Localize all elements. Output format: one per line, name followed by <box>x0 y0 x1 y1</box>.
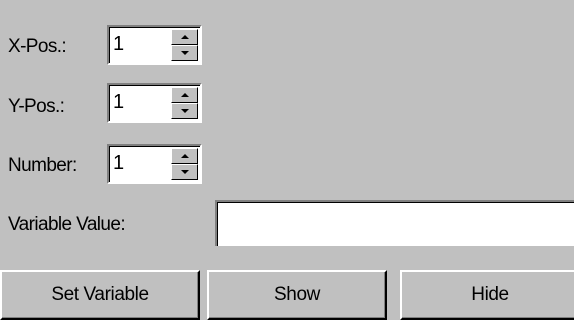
number-label: Number: <box>8 155 77 176</box>
arrow-up-icon <box>181 35 189 39</box>
number-decrement-button[interactable] <box>171 164 198 180</box>
arrow-up-icon <box>181 154 189 158</box>
y-pos-decrement-button[interactable] <box>171 103 198 119</box>
number-increment-button[interactable] <box>171 148 198 164</box>
y-pos-spin-buttons <box>171 87 198 119</box>
variable-value-label: Variable Value: <box>8 214 126 235</box>
x-pos-decrement-button[interactable] <box>171 45 198 61</box>
number-spin-buttons <box>171 148 198 180</box>
y-pos-spinner[interactable]: 1 <box>107 83 202 123</box>
x-pos-label: X-Pos.: <box>8 36 67 57</box>
x-pos-value[interactable]: 1 <box>113 31 124 57</box>
arrow-down-icon <box>181 109 189 113</box>
y-pos-value[interactable]: 1 <box>113 89 124 115</box>
number-spinner[interactable]: 1 <box>107 144 202 184</box>
arrow-up-icon <box>181 93 189 97</box>
x-pos-spinner[interactable]: 1 <box>107 25 202 65</box>
y-pos-label: Y-Pos.: <box>8 96 65 117</box>
variable-value-input[interactable] <box>215 200 574 246</box>
x-pos-increment-button[interactable] <box>171 29 198 45</box>
y-pos-increment-button[interactable] <box>171 87 198 103</box>
number-value[interactable]: 1 <box>113 150 124 176</box>
arrow-down-icon <box>181 51 189 55</box>
x-pos-spin-buttons <box>171 29 198 61</box>
arrow-down-icon <box>181 170 189 174</box>
